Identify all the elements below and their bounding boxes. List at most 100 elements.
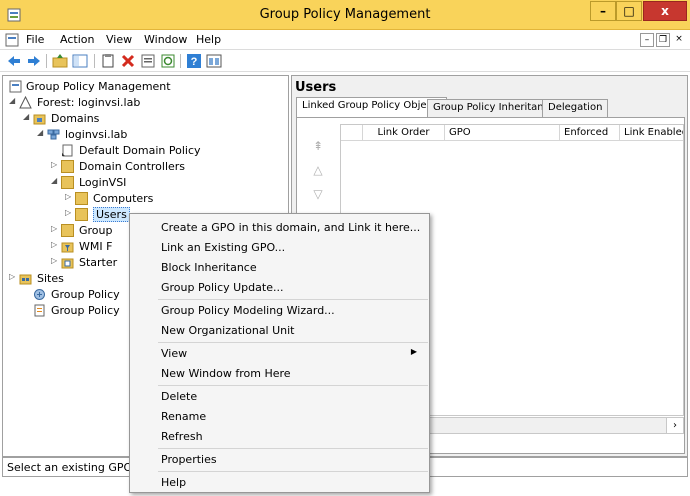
up-folder-icon[interactable] (52, 53, 68, 69)
menu-item-label: Block Inheritance (161, 261, 257, 274)
maximize-button[interactable]: □ (616, 1, 642, 21)
menu-item-create-gpo[interactable]: Create a GPO in this domain, and Link it… (132, 217, 429, 237)
menu-item-rename[interactable]: Rename (132, 406, 429, 426)
ou-folder-icon (61, 160, 74, 173)
expand-icon[interactable]: ▷ (51, 256, 57, 265)
window-title: Group Policy Management (259, 7, 431, 22)
menu-item-label: Link an Existing GPO... (161, 241, 286, 254)
move-top-icon[interactable]: ⇞ (311, 139, 325, 153)
expand-icon[interactable]: ▷ (65, 192, 71, 201)
minimize-button[interactable]: – (590, 1, 616, 21)
menu-help[interactable]: Help (196, 33, 221, 46)
tree-label: LoginVSI (79, 176, 127, 189)
tab-linked-gpos[interactable]: Linked Group Policy Objects (296, 97, 448, 118)
menu-item-label: Create a GPO in this domain, and Link it… (161, 221, 421, 234)
menu-item-delete[interactable]: Delete (132, 386, 429, 406)
tree-item-forest[interactable]: ◢ Forest: loginvsi.lab (9, 95, 279, 111)
refresh-icon[interactable] (160, 53, 176, 69)
tree-label: Default Domain Policy (79, 144, 201, 157)
menu-item-label: New Organizational Unit (161, 324, 295, 337)
ou-folder-icon (75, 208, 88, 221)
collapse-icon[interactable]: ◢ (23, 112, 29, 121)
domain-icon (47, 129, 60, 140)
toolbar-separator (46, 54, 47, 68)
ou-folder-icon (61, 176, 74, 189)
console-icon[interactable] (5, 33, 19, 47)
menu-item-new-window[interactable]: New Window from Here (132, 363, 429, 383)
menu-view[interactable]: View (106, 33, 132, 46)
tab-delegation[interactable]: Delegation (542, 99, 609, 117)
svg-text:?: ? (191, 56, 198, 68)
results-icon (34, 304, 45, 317)
help-icon[interactable]: ? (186, 53, 202, 69)
collapse-icon[interactable]: ◢ (37, 128, 43, 137)
tree-label: Users (93, 207, 130, 222)
menu-item-label: Properties (161, 453, 217, 466)
gpmc-icon (9, 80, 22, 93)
tree-item-domains[interactable]: ◢ Domains (23, 111, 283, 127)
tree-item-computers[interactable]: ▷ Computers (65, 191, 283, 207)
tree-label: Domains (51, 112, 100, 125)
menu-action[interactable]: Action (60, 33, 94, 46)
menu-item-view[interactable]: View ▶ (132, 343, 429, 363)
mdi-restore-button[interactable]: ❐ (656, 33, 670, 47)
menu-item-link-existing-gpo[interactable]: Link an Existing GPO... (132, 237, 429, 257)
tree-label: loginvsi.lab (65, 128, 128, 141)
mdi-minimize-button[interactable]: – (640, 33, 654, 47)
menu-item-gp-update[interactable]: Group Policy Update... (132, 277, 429, 297)
menu-item-modeling-wizard[interactable]: Group Policy Modeling Wizard... (132, 300, 429, 320)
toolbar-separator (180, 54, 181, 68)
tree-item-domain-controllers[interactable]: ▷ Domain Controllers (51, 159, 283, 175)
mdi-close-button[interactable]: × (672, 33, 686, 47)
collapse-icon[interactable]: ◢ (51, 176, 57, 185)
gpo-container-icon (61, 224, 74, 237)
tree-item-root[interactable]: Group Policy Management (9, 79, 279, 95)
domains-icon (33, 114, 46, 125)
expand-icon[interactable]: ▷ (51, 160, 57, 169)
tree-label: Group Policy (51, 288, 120, 301)
pane-title: Users (295, 80, 337, 95)
tree-item-loginvsi[interactable]: ◢ LoginVSI (51, 175, 283, 191)
column-header-link-enabled[interactable]: Link Enabled (620, 125, 683, 141)
collapse-icon[interactable]: ◢ (9, 96, 15, 105)
menu-item-new-ou[interactable]: New Organizational Unit (132, 320, 429, 340)
move-up-icon[interactable]: △ (311, 163, 325, 177)
expand-icon[interactable]: ▷ (65, 208, 71, 217)
expand-icon[interactable]: ▷ (51, 240, 57, 249)
column-header-enforced[interactable]: Enforced (560, 125, 620, 141)
title-bar: Group Policy Management – □ x (0, 0, 690, 30)
move-down-icon[interactable]: ▽ (311, 187, 325, 201)
menu-item-refresh[interactable]: Refresh (132, 426, 429, 446)
menu-item-block-inheritance[interactable]: Block Inheritance (132, 257, 429, 277)
menu-item-label: Group Policy Modeling Wizard... (161, 304, 335, 317)
properties-icon[interactable] (140, 53, 156, 69)
context-menu: Create a GPO in this domain, and Link it… (129, 213, 430, 493)
toolbar: ? (0, 50, 690, 72)
tree-item-domain[interactable]: ◢ loginvsi.lab (37, 127, 283, 143)
tree-label: Forest: loginvsi.lab (37, 96, 141, 109)
show-hide-tree-icon[interactable] (72, 53, 88, 69)
menu-window[interactable]: Window (144, 33, 187, 46)
sites-icon (19, 274, 32, 285)
tree-label: Domain Controllers (79, 160, 186, 173)
menu-file[interactable]: File (26, 33, 44, 46)
tree-item-default-domain-policy[interactable]: Default Domain Policy (51, 143, 283, 159)
tree-label: Group Policy (51, 304, 120, 317)
forward-icon[interactable] (26, 53, 42, 69)
forest-icon (19, 96, 32, 109)
column-header-gpo[interactable]: GPO (445, 125, 560, 141)
view-icon[interactable] (206, 53, 222, 69)
expand-icon[interactable]: ▷ (9, 272, 15, 281)
menu-item-label: Refresh (161, 430, 203, 443)
back-icon[interactable] (6, 53, 22, 69)
column-header-link-order[interactable]: Link Order (363, 125, 445, 141)
menu-item-label: Group Policy Update... (161, 281, 284, 294)
expand-icon[interactable]: ▷ (51, 224, 57, 233)
scroll-right-icon[interactable]: › (666, 418, 683, 433)
close-button[interactable]: x (643, 1, 687, 21)
menu-item-help[interactable]: Help (132, 472, 429, 492)
copy-icon[interactable] (100, 53, 116, 69)
menu-item-properties[interactable]: Properties (132, 449, 429, 469)
delete-icon[interactable] (120, 53, 136, 69)
menu-item-label: View (161, 347, 188, 360)
